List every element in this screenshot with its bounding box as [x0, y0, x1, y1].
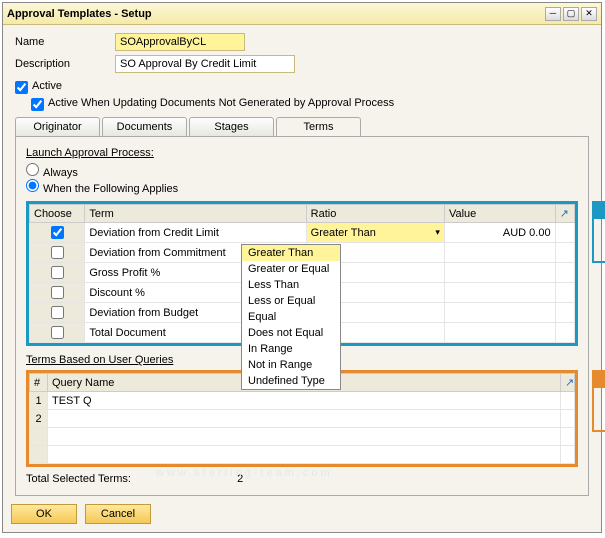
ratio-select-0[interactable]: Greater Than — [306, 223, 444, 243]
desc-label: Description — [15, 58, 115, 70]
ratio-dropdown[interactable]: Greater Than Greater or Equal Less Than … — [241, 244, 341, 390]
radio-always[interactable] — [26, 163, 39, 176]
term-check-2[interactable] — [51, 266, 64, 279]
option2-tag: OPTION 2 Custom Queries — [592, 370, 605, 432]
total-value: 2 — [237, 473, 243, 485]
tab-documents[interactable]: Documents — [102, 117, 187, 136]
terms-panel: STEM www.sterling-team.com Launch Approv… — [15, 136, 589, 496]
close-button[interactable]: ✕ — [581, 7, 597, 21]
ok-button[interactable]: OK — [11, 504, 77, 524]
cancel-button[interactable]: Cancel — [85, 504, 151, 524]
term-check-0[interactable] — [51, 226, 64, 239]
active-checkbox[interactable] — [15, 81, 28, 94]
desc-input[interactable] — [115, 55, 295, 73]
active2-label: Active When Updating Documents Not Gener… — [48, 97, 394, 109]
total-label: Total Selected Terms: — [26, 473, 131, 485]
tab-originator[interactable]: Originator — [15, 117, 100, 136]
tab-terms[interactable]: Terms — [276, 117, 361, 136]
active-label: Active — [32, 80, 62, 92]
radio-when[interactable] — [26, 179, 39, 192]
term-check-5[interactable] — [51, 326, 64, 339]
name-input[interactable] — [115, 33, 245, 51]
option1-tag: OPTION 1 Standard Term — [592, 201, 605, 263]
title-bar[interactable]: Approval Templates - Setup ─ ▢ ✕ — [3, 3, 601, 25]
name-label: Name — [15, 36, 115, 48]
tab-stages[interactable]: Stages — [189, 117, 274, 136]
expand-icon[interactable]: ↗ — [555, 205, 574, 223]
maximize-button[interactable]: ▢ — [563, 7, 579, 21]
active2-checkbox[interactable] — [31, 98, 44, 111]
term-check-1[interactable] — [51, 246, 64, 259]
launch-label: Launch Approval Process: — [26, 147, 578, 159]
standard-term-box: OPTION 1 Standard Term Choose Term Ratio… — [26, 201, 578, 346]
expand-icon-2[interactable]: ↗ — [561, 374, 575, 392]
window-title: Approval Templates - Setup — [7, 8, 152, 20]
term-check-4[interactable] — [51, 306, 64, 319]
term-check-3[interactable] — [51, 286, 64, 299]
window: Approval Templates - Setup ─ ▢ ✕ Name De… — [2, 2, 602, 533]
minimize-button[interactable]: ─ — [545, 7, 561, 21]
